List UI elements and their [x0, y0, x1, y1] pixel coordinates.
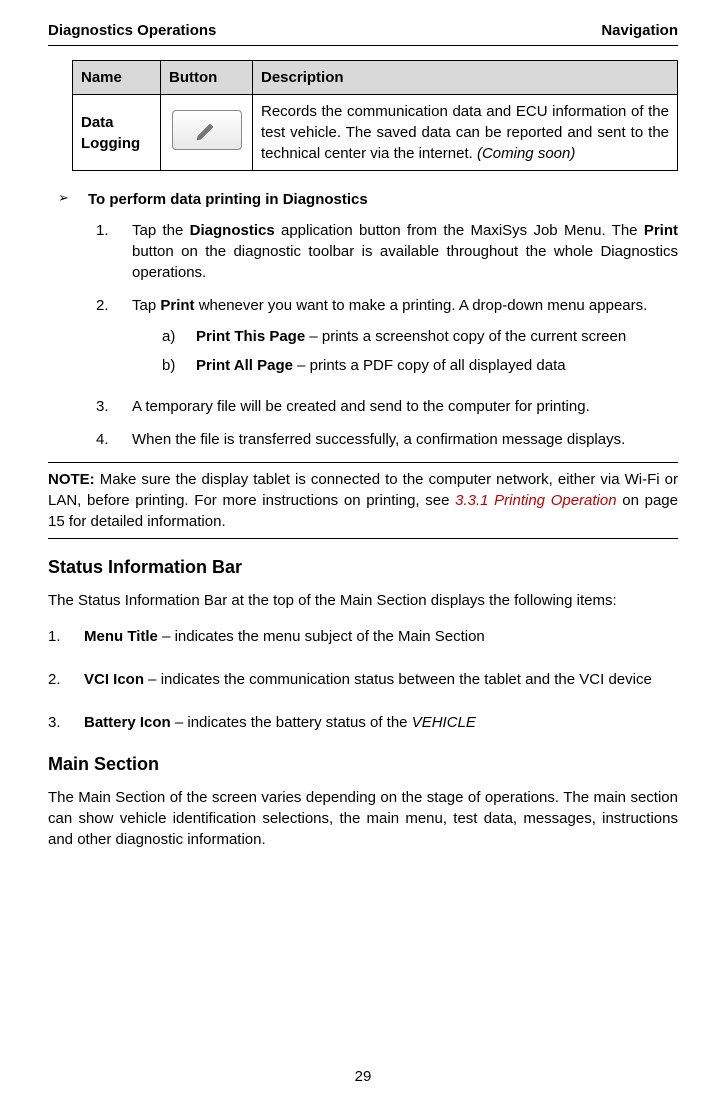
- data-logging-button-icon: [172, 110, 242, 150]
- list-item: 1. Menu Title – indicates the menu subje…: [48, 623, 678, 650]
- data-logging-table: Name Button Description Data Logging Rec…: [72, 60, 678, 171]
- page-header: Diagnostics Operations Navigation: [48, 20, 678, 46]
- note-block: NOTE: Make sure the display tablet is co…: [48, 462, 678, 539]
- cell-button: [161, 95, 253, 171]
- procedure-steps: 1. Tap the Diagnostics application butto…: [96, 220, 678, 450]
- main-section-body: The Main Section of the screen varies de…: [48, 787, 678, 850]
- printing-operation-link[interactable]: 3.3.1 Printing Operation: [455, 492, 616, 509]
- cell-name: Data Logging: [73, 95, 161, 171]
- bullet-arrow-icon: ➢: [58, 189, 88, 207]
- th-name: Name: [73, 61, 161, 95]
- list-item: 2. Tap Print whenever you want to make a…: [96, 295, 678, 384]
- list-item: 2. VCI Icon – indicates the communicatio…: [48, 666, 678, 693]
- list-item: a) Print This Page – prints a screenshot…: [162, 326, 678, 347]
- note-label: NOTE:: [48, 471, 95, 488]
- main-section-heading: Main Section: [48, 752, 678, 777]
- status-info-list: 1. Menu Title – indicates the menu subje…: [48, 623, 678, 736]
- list-item: 4. When the file is transferred successf…: [96, 429, 678, 450]
- table-header-row: Name Button Description: [73, 61, 678, 95]
- pencil-icon: [193, 116, 221, 144]
- header-right: Navigation: [601, 20, 678, 41]
- list-item: 3. Battery Icon – indicates the battery …: [48, 709, 678, 736]
- cell-description: Records the communication data and ECU i…: [253, 95, 678, 171]
- sub-steps: a) Print This Page – prints a screenshot…: [162, 326, 678, 376]
- procedure-title: To perform data printing in Diagnostics: [88, 189, 368, 210]
- procedure-heading: ➢ To perform data printing in Diagnostic…: [58, 189, 678, 210]
- status-info-intro: The Status Information Bar at the top of…: [48, 590, 678, 611]
- list-item: 1. Tap the Diagnostics application butto…: [96, 220, 678, 283]
- page-number: 29: [0, 1066, 726, 1087]
- list-item: b) Print All Page – prints a PDF copy of…: [162, 355, 678, 376]
- list-item: 3. A temporary file will be created and …: [96, 396, 678, 417]
- status-info-bar-heading: Status Information Bar: [48, 555, 678, 580]
- header-left: Diagnostics Operations: [48, 20, 216, 41]
- th-button: Button: [161, 61, 253, 95]
- table-row: Data Logging Records the communication d…: [73, 95, 678, 171]
- th-description: Description: [253, 61, 678, 95]
